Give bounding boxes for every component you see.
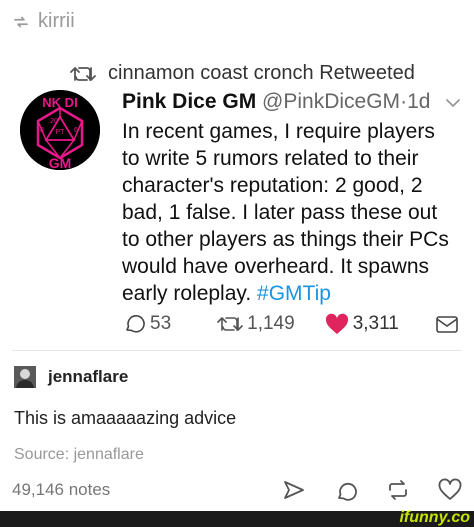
tweet-author-name[interactable]: Pink Dice GM <box>122 90 256 113</box>
reblog-header: kirrii <box>12 10 75 33</box>
reply-button[interactable]: 53 <box>122 312 171 336</box>
share-icon[interactable] <box>282 478 306 502</box>
tweet-time[interactable]: 1d <box>407 90 430 113</box>
retweet-count: 1,149 <box>247 313 295 334</box>
tweet-actions: 53 1,149 3,311 <box>122 312 459 336</box>
watermark: ifunny.co <box>399 509 470 526</box>
heart-icon <box>325 313 348 334</box>
notes-count[interactable]: 49,146 notes <box>12 480 110 500</box>
die-number-2: PT <box>56 129 66 136</box>
footer-actions <box>282 478 462 502</box>
envelope-icon <box>436 316 458 333</box>
reply-count: 53 <box>150 313 172 334</box>
retweet-action-icon <box>217 317 243 331</box>
like-count: 3,311 <box>352 313 399 334</box>
like-button[interactable]: 3,311 <box>325 313 399 335</box>
retweet-icon <box>70 66 96 81</box>
retweet-note: cinnamon coast cronch Retweeted <box>70 62 415 85</box>
user-avatar[interactable] <box>14 366 36 388</box>
hashtag-link[interactable]: #GMTip <box>257 282 331 305</box>
comment-text: This is amaaaaazing advice <box>14 408 237 428</box>
retweet-button[interactable]: 1,149 <box>217 313 295 335</box>
avatar-bottom-text: GM <box>49 155 72 170</box>
comment-user: jennaflare <box>14 366 128 388</box>
tweet-header: Pink Dice GM @PinkDiceGM·1d <box>122 90 430 114</box>
reblog-username[interactable]: kirrii <box>38 10 75 33</box>
die-number-1: 20 <box>50 118 58 125</box>
reply-icon <box>126 315 145 333</box>
user-avatar-image <box>14 366 36 388</box>
reblog-icon <box>14 16 28 27</box>
retweet-note-text: cinnamon coast cronch Retweeted <box>108 62 415 84</box>
divider <box>12 350 462 351</box>
post-footer: 49,146 notes <box>12 476 462 504</box>
die-number-4: 6 <box>74 127 78 134</box>
source-link[interactable]: Source: jennaflare <box>14 446 144 464</box>
comment-username[interactable]: jennaflare <box>48 367 128 387</box>
tweet-body: In recent games, I require players to wr… <box>122 118 457 307</box>
like-outline-icon[interactable] <box>438 478 462 502</box>
d20-logo-icon: NK DI 20 PT 8 6 GM <box>20 90 100 170</box>
reblog-button-icon[interactable] <box>386 478 410 502</box>
die-number-3: 8 <box>40 127 44 134</box>
chevron-down-icon[interactable] <box>446 98 460 108</box>
tweet-separator: · <box>400 90 408 113</box>
avatar[interactable]: NK DI 20 PT 8 6 GM <box>20 90 100 170</box>
tweet-author-handle[interactable]: @PinkDiceGM <box>262 90 400 113</box>
comment-icon[interactable] <box>334 478 358 502</box>
tweet-text: In recent games, I require players to wr… <box>122 120 449 305</box>
message-button[interactable] <box>435 313 459 335</box>
